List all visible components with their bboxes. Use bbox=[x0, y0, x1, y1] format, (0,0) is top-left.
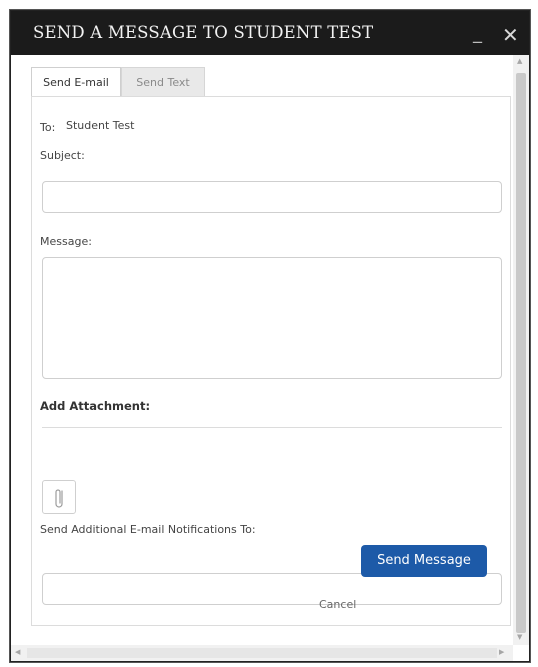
to-label: To: bbox=[40, 121, 56, 134]
to-value: Student Test bbox=[66, 119, 135, 132]
scroll-left-icon[interactable]: ◀ bbox=[15, 648, 20, 656]
dialog-titlebar: SEND A MESSAGE TO STUDENT TEST _ ✕ bbox=[11, 11, 529, 55]
paperclip-icon bbox=[55, 489, 63, 508]
scroll-up-icon[interactable]: ▲ bbox=[517, 57, 522, 65]
message-textarea[interactable] bbox=[42, 257, 502, 379]
add-attachment-heading: Add Attachment: bbox=[40, 399, 151, 413]
tab-send-email[interactable]: Send E-mail bbox=[31, 67, 121, 97]
subject-label: Subject: bbox=[40, 149, 85, 162]
message-label: Message: bbox=[40, 235, 92, 248]
horizontal-scroll-track[interactable] bbox=[27, 648, 497, 658]
subject-input[interactable] bbox=[42, 181, 502, 213]
notify-email-input[interactable] bbox=[42, 573, 502, 605]
send-message-dialog: SEND A MESSAGE TO STUDENT TEST _ ✕ Send … bbox=[10, 10, 530, 662]
close-icon[interactable]: ✕ bbox=[502, 23, 519, 47]
scroll-down-icon[interactable]: ▼ bbox=[517, 633, 522, 641]
minimize-icon[interactable]: _ bbox=[473, 23, 482, 44]
cancel-button[interactable]: Cancel bbox=[319, 598, 356, 611]
vertical-scroll-thumb[interactable] bbox=[516, 73, 526, 633]
horizontal-scrollbar[interactable]: ◀ ▶ bbox=[11, 645, 513, 661]
notify-label: Send Additional E-mail Notifications To: bbox=[40, 523, 256, 536]
scroll-right-icon[interactable]: ▶ bbox=[499, 648, 504, 656]
send-message-button[interactable]: Send Message bbox=[361, 545, 487, 577]
dialog-title: SEND A MESSAGE TO STUDENT TEST bbox=[33, 23, 374, 42]
tab-send-text[interactable]: Send Text bbox=[121, 67, 205, 97]
vertical-scrollbar[interactable]: ▲ ▼ bbox=[513, 55, 529, 645]
attachment-divider bbox=[42, 427, 502, 428]
attachment-button[interactable] bbox=[42, 480, 76, 514]
